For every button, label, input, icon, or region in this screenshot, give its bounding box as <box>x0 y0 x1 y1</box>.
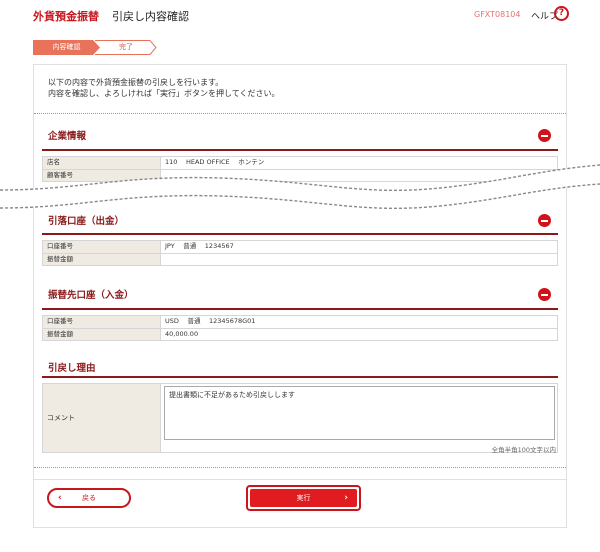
section-rule <box>42 308 558 310</box>
screen-id: GFXT08104 <box>474 10 521 19</box>
table-row: 顧客番号 <box>43 169 557 181</box>
row-value: JPY 普通 1234567 <box>165 242 234 250</box>
table-row: 口座番号 JPY 普通 1234567 <box>43 241 557 253</box>
section-rule <box>42 233 558 235</box>
chevron-right-icon: › <box>344 493 348 503</box>
row-value: 110 HEAD OFFICE ホンテン <box>165 158 265 166</box>
row-label: 振替金額 <box>43 254 161 265</box>
section-title-company: 企業情報 <box>48 131 87 142</box>
step-complete: 完了 <box>95 40 157 55</box>
row-value <box>161 170 557 181</box>
button-area: ‹ 戻る 実行 › <box>33 480 567 528</box>
app-title: 外貨預金振替 <box>33 10 99 23</box>
row-label: 口座番号 <box>43 241 161 253</box>
row-value <box>161 254 557 265</box>
withdrawal-table: 口座番号 JPY 普通 1234567 振替金額 <box>42 240 558 266</box>
collapse-icon[interactable] <box>538 214 551 227</box>
section-title-reason: 引戻し理由 <box>48 363 96 374</box>
row-label: 店名 <box>43 157 161 169</box>
table-row: 振替金額 40,000.00 <box>43 328 557 340</box>
row-value: USD 普通 12345678G01 <box>165 317 256 325</box>
collapse-icon[interactable] <box>538 288 551 301</box>
table-row: 店名 110 HEAD OFFICE ホンテン <box>43 157 557 169</box>
execute-button-label: 実行 <box>296 494 311 502</box>
row-value: 40,000.00 <box>165 330 199 338</box>
char-limit-note: 全角半角100文字以内 <box>491 446 556 454</box>
intro-line-1: 以下の内容で外貨預金振替の引戻しを行います。 <box>48 78 224 87</box>
header: 外貨預金振替 引戻し内容確認 GFXT08104 ヘルプ ? <box>0 0 600 32</box>
row-label: 顧客番号 <box>43 170 161 181</box>
back-button-label: 戻る <box>82 494 96 502</box>
table-row: 口座番号 USD 普通 12345678G01 <box>43 316 557 328</box>
execute-button[interactable]: 実行 › <box>246 485 361 511</box>
back-button[interactable]: ‹ 戻る <box>47 488 131 508</box>
step-current: 内容確認 <box>33 40 100 55</box>
confirmation-panel: 以下の内容で外貨預金振替の引戻しを行います。 内容を確認し、よろしければ「実行」… <box>33 64 567 480</box>
execute-button-face[interactable]: 実行 › <box>250 489 357 507</box>
section-title-deposit: 振替先口座（入金） <box>48 290 134 301</box>
intro-line-2: 内容を確認し、よろしければ「実行」ボタンを押してください。 <box>48 89 280 98</box>
divider <box>34 467 566 468</box>
comment-textarea[interactable]: 提出書類に不足があるため引戻しします <box>164 386 555 440</box>
collapse-icon[interactable] <box>538 129 551 142</box>
deposit-table: 口座番号 USD 普通 12345678G01 振替金額 40,000.00 <box>42 315 558 341</box>
section-rule <box>42 149 558 151</box>
section-rule <box>42 376 558 378</box>
row-label: 振替金額 <box>43 329 161 340</box>
company-table: 店名 110 HEAD OFFICE ホンテン 顧客番号 <box>42 156 558 182</box>
table-row: 振替金額 <box>43 253 557 265</box>
intro-text: 以下の内容で外貨預金振替の引戻しを行います。 内容を確認し、よろしければ「実行」… <box>48 77 280 99</box>
comment-label: コメント <box>43 384 161 452</box>
section-title-withdrawal: 引落口座（出金） <box>48 216 125 227</box>
divider <box>34 113 566 114</box>
help-icon[interactable]: ? <box>554 6 569 21</box>
page-title: 引戻し内容確認 <box>112 10 189 23</box>
chevron-left-icon: ‹ <box>58 493 62 503</box>
row-label: 口座番号 <box>43 316 161 328</box>
step-complete-label: 完了 <box>119 43 133 51</box>
